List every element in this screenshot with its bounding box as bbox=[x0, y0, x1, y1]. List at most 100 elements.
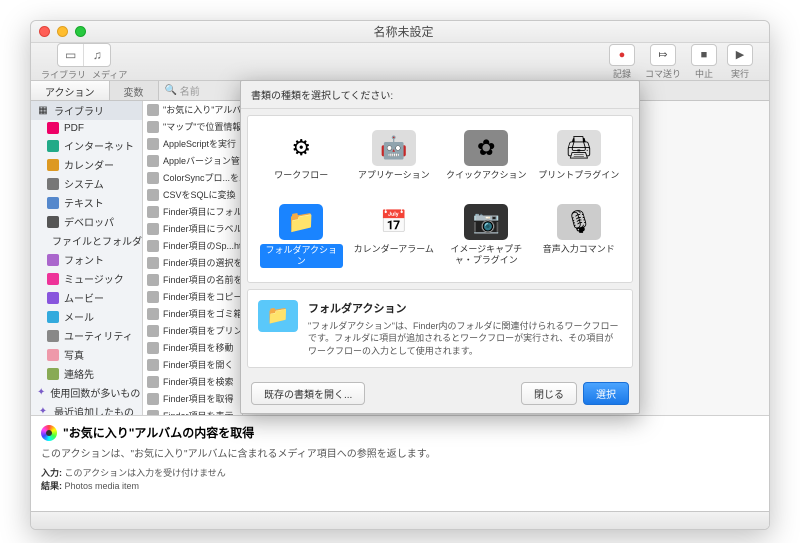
type-label: ワークフロー bbox=[274, 170, 328, 190]
action-item[interactable]: "お気に入り"アルバムの... bbox=[143, 101, 242, 118]
action-item[interactable]: Finder項目を検索 bbox=[143, 373, 242, 390]
run-label: 実行 bbox=[731, 67, 749, 80]
info-panel: "お気に入り"アルバムの内容を取得 このアクションは、"お気に入り"アルバムに含… bbox=[31, 415, 769, 511]
sidebar-item[interactable]: ミュージック bbox=[31, 269, 142, 288]
sidebar-header[interactable]: ▦ライブラリ bbox=[31, 101, 142, 120]
action-item[interactable]: Finder項目を取得 bbox=[143, 390, 242, 407]
photos-icon bbox=[41, 425, 57, 441]
type-description: 📁 フォルダアクション "フォルダアクション"は、Finder内のフォルダに関連… bbox=[247, 289, 633, 369]
type-label: プリントプラグイン bbox=[538, 170, 619, 190]
action-item[interactable]: Finder項目の名前を変... bbox=[143, 271, 242, 288]
search-icon: 🔍 bbox=[165, 85, 177, 96]
step-label: コマ送り bbox=[645, 67, 681, 80]
action-item[interactable]: Finder項目を移動 bbox=[143, 339, 242, 356]
type-icon: 📁 bbox=[279, 204, 323, 240]
open-existing-button[interactable]: 既存の書類を開く... bbox=[251, 382, 365, 405]
action-icon bbox=[147, 325, 159, 337]
run-button[interactable]: ▶ bbox=[727, 44, 753, 66]
status-bar bbox=[31, 511, 769, 529]
traffic-lights bbox=[39, 26, 86, 37]
step-button[interactable]: ⤇ bbox=[650, 44, 676, 66]
description-body: "フォルダアクション"は、Finder内のフォルダに関連付けられるワークフローで… bbox=[308, 320, 622, 358]
action-icon bbox=[147, 155, 159, 167]
action-icon bbox=[147, 240, 159, 252]
action-item[interactable]: Finder項目にフォルダ... bbox=[143, 203, 242, 220]
action-item[interactable]: "マップ"で位置情報を... bbox=[143, 118, 242, 135]
choose-button[interactable]: 選択 bbox=[583, 382, 629, 405]
sidebar-item[interactable]: テキスト bbox=[31, 193, 142, 212]
media-label: メディア bbox=[92, 68, 127, 81]
action-item[interactable]: Finder項目をプリント bbox=[143, 322, 242, 339]
type-label: 音声入力コマンド bbox=[543, 244, 615, 264]
input-text: このアクションは入力を受け付けません bbox=[65, 468, 226, 478]
action-item[interactable]: Finder項目の選択を求... bbox=[143, 254, 242, 271]
action-item[interactable]: Finder項目をゴミ箱に... bbox=[143, 305, 242, 322]
minimize-window-button[interactable] bbox=[57, 26, 68, 37]
sidebar-smart-item[interactable]: ✦使用回数が多いもの bbox=[31, 383, 142, 402]
type-cell[interactable]: 🤖 アプリケーション bbox=[351, 126, 438, 194]
action-item[interactable]: Finder項目を開く bbox=[143, 356, 242, 373]
type-cell[interactable]: 📷 イメージキャプチャ・プラグイン bbox=[443, 200, 530, 272]
sidebar-item[interactable]: インターネット bbox=[31, 136, 142, 155]
action-item[interactable]: CSVをSQLに変換 bbox=[143, 186, 242, 203]
sidebar-item[interactable]: 写真 bbox=[31, 345, 142, 364]
sidebar-item[interactable]: カレンダー bbox=[31, 155, 142, 174]
action-icon bbox=[147, 121, 159, 133]
action-item[interactable]: Finder項目にラベルを... bbox=[143, 220, 242, 237]
media-toggle[interactable]: ♫ bbox=[84, 44, 110, 66]
description-title: フォルダアクション bbox=[308, 300, 622, 316]
type-label: クイックアクション bbox=[446, 170, 527, 190]
type-icon: 📷 bbox=[464, 204, 508, 240]
type-cell[interactable]: 🎙 音声入力コマンド bbox=[536, 200, 623, 272]
type-cell[interactable]: 🖨 プリントプラグイン bbox=[536, 126, 623, 194]
type-grid: ⚙︎ワークフロー 🤖 アプリケーション ✿ クイックアクション 🖨 プリントプラグイン 📁フォ… bbox=[247, 115, 633, 283]
sidebar-item[interactable]: ファイルとフォルダ bbox=[31, 231, 142, 250]
library-toggle[interactable]: ▭ bbox=[58, 44, 84, 66]
sidebar-item[interactable]: システム bbox=[31, 174, 142, 193]
action-item[interactable]: Finder項目をコピー bbox=[143, 288, 242, 305]
close-button[interactable]: 閉じる bbox=[521, 382, 577, 405]
sheet-footer: 既存の書類を開く... 閉じる 選択 bbox=[241, 374, 639, 413]
sidebar-item[interactable]: デベロッパ bbox=[31, 212, 142, 231]
action-item[interactable]: ColorSyncプロ...を... bbox=[143, 169, 242, 186]
action-item[interactable]: Finder項目のSp...ht... bbox=[143, 237, 242, 254]
type-icon: 📅 bbox=[372, 204, 416, 240]
action-item[interactable]: Appleバージョン管理... bbox=[143, 152, 242, 169]
info-description: このアクションは、"お気に入り"アルバムに含まれるメディア項目への参照を返します… bbox=[41, 445, 759, 460]
sidebar-item[interactable]: フォント bbox=[31, 250, 142, 269]
action-icon bbox=[147, 223, 159, 235]
result-label: 結果: bbox=[41, 481, 62, 491]
type-cell[interactable]: 📅カレンダーアラーム bbox=[351, 200, 438, 272]
tab-actions[interactable]: アクション bbox=[31, 81, 110, 100]
sidebar-item[interactable]: メール bbox=[31, 307, 142, 326]
record-button[interactable]: ● bbox=[609, 44, 635, 66]
stop-label: 中止 bbox=[695, 67, 713, 80]
action-icon bbox=[147, 274, 159, 286]
type-icon: 🤖 bbox=[372, 130, 416, 166]
action-icon bbox=[147, 206, 159, 218]
sidebar-item[interactable]: ムービー bbox=[31, 288, 142, 307]
type-cell[interactable]: ⚙︎ワークフロー bbox=[258, 126, 345, 194]
info-title: "お気に入り"アルバムの内容を取得 bbox=[63, 424, 254, 441]
type-label: アプリケーション bbox=[358, 170, 430, 190]
titlebar: 名称未設定 bbox=[31, 21, 769, 43]
sidebar-item[interactable]: ユーティリティ bbox=[31, 326, 142, 345]
tab-variables[interactable]: 変数 bbox=[110, 81, 159, 100]
close-window-button[interactable] bbox=[39, 26, 50, 37]
zoom-window-button[interactable] bbox=[75, 26, 86, 37]
sidebar-item[interactable]: PDF bbox=[31, 120, 142, 136]
action-icon bbox=[147, 257, 159, 269]
type-cell[interactable]: ✿ クイックアクション bbox=[443, 126, 530, 194]
stop-button[interactable]: ■ bbox=[691, 44, 717, 66]
action-item[interactable]: AppleScriptを実行 bbox=[143, 135, 242, 152]
type-icon: ✿ bbox=[464, 130, 508, 166]
new-document-sheet: 書類の種類を選択してください: ⚙︎ワークフロー🤖アプリケーション✿クイックアク… bbox=[240, 80, 640, 414]
action-icon bbox=[147, 376, 159, 388]
action-icon bbox=[147, 189, 159, 201]
sidebar-item[interactable]: 連絡先 bbox=[31, 364, 142, 383]
type-cell[interactable]: 📁フォルダアクション bbox=[258, 200, 345, 272]
type-icon: 🎙 bbox=[557, 204, 601, 240]
type-label: イメージキャプチャ・プラグイン bbox=[445, 244, 528, 266]
type-icon: 🖨 bbox=[557, 130, 601, 166]
action-icon bbox=[147, 308, 159, 320]
